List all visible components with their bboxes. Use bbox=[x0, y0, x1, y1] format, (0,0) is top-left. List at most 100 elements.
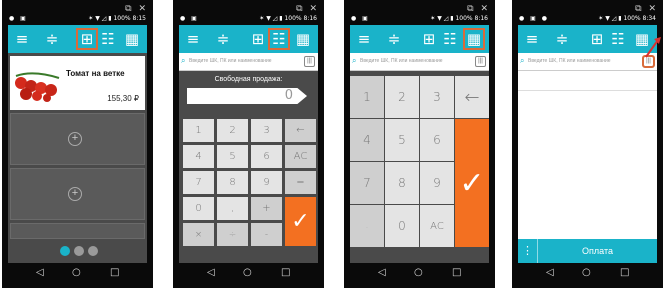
grid-small-icon[interactable]: ⊞ bbox=[419, 29, 439, 49]
key-9[interactable]: 9 bbox=[251, 171, 282, 194]
page-dot[interactable] bbox=[88, 246, 98, 256]
key-1[interactable]: 1 bbox=[350, 76, 384, 118]
list-icon[interactable]: ☷ bbox=[440, 29, 460, 49]
barcode-icon[interactable]: ||| bbox=[475, 56, 486, 67]
grid-big-icon[interactable]: ▦ bbox=[293, 29, 313, 49]
list-icon[interactable]: ☷ bbox=[608, 29, 628, 49]
back-icon[interactable]: ◁ bbox=[207, 267, 215, 278]
pay-button[interactable]: Оплата bbox=[538, 239, 657, 263]
empty-tile[interactable]: + bbox=[10, 168, 145, 220]
search-bar[interactable]: ⌕ Введите ШК, ПК или наименование ||| bbox=[179, 53, 318, 71]
confirm-key[interactable]: ✓ bbox=[455, 119, 489, 247]
key-6[interactable]: 6 bbox=[420, 119, 454, 161]
multiply-key[interactable]: × bbox=[183, 223, 214, 246]
search-placeholder[interactable]: Введите ШК, ПК или наименование bbox=[360, 58, 443, 64]
filter-icon[interactable]: ≑ bbox=[384, 29, 404, 49]
home-icon[interactable]: ○ bbox=[243, 267, 252, 278]
key-1[interactable]: 1 bbox=[183, 119, 214, 142]
key-5[interactable]: 5 bbox=[385, 119, 419, 161]
recent-icon[interactable]: □ bbox=[110, 267, 119, 278]
free-sale-input[interactable]: 0 bbox=[187, 88, 307, 104]
grid-big-icon[interactable]: ▦ bbox=[463, 28, 485, 50]
phone-catalog: ⧉ ✕ ● ▣ ✶ ▼ ◿ ▮ 100% 8:15 ≡ ≑ ⊞ ☷ ▦ Томат… bbox=[2, 0, 153, 288]
search-icon: ⌕ bbox=[520, 56, 525, 65]
toolbar: ≡ ≑ ⊞ ☷ ▦ bbox=[518, 25, 657, 53]
phone-cart: ⧉ ✕ ● ▣ ● ✶ ▼ ◿ ▮ 100% 8:34 ≡ ≑ ⊞ ☷ ▦ ⌕ В… bbox=[512, 0, 663, 288]
menu-icon[interactable]: ≡ bbox=[522, 29, 542, 49]
menu-icon[interactable]: ≡ bbox=[12, 29, 32, 49]
key-6[interactable]: 6 bbox=[251, 145, 282, 168]
grid-small-icon[interactable]: ⊞ bbox=[587, 29, 607, 49]
page-indicator[interactable] bbox=[8, 246, 147, 256]
plus-icon: + bbox=[68, 187, 82, 201]
confirm-key[interactable]: ✓ bbox=[285, 197, 316, 246]
key-8[interactable]: 8 bbox=[217, 171, 248, 194]
key-0[interactable]: 0 bbox=[183, 197, 214, 220]
filter-icon[interactable]: ≑ bbox=[552, 29, 572, 49]
equals-key[interactable]: = bbox=[285, 171, 316, 194]
home-icon[interactable]: ○ bbox=[414, 267, 423, 278]
menu-icon[interactable]: ≡ bbox=[354, 29, 374, 49]
empty-tile[interactable]: + bbox=[10, 113, 145, 165]
key-3[interactable]: 3 bbox=[251, 119, 282, 142]
empty-tile[interactable] bbox=[10, 223, 145, 239]
toolbar: ≡ ≑ ⊞ ☷ ▦ bbox=[179, 25, 318, 53]
toolbar: ≡ ≑ ⊞ ☷ ▦ bbox=[8, 25, 147, 53]
backspace-key[interactable]: ← bbox=[285, 119, 316, 142]
search-icon: ⌕ bbox=[181, 56, 186, 65]
clear-key[interactable]: AC bbox=[285, 145, 316, 168]
catalog-screen: ≡ ≑ ⊞ ☷ ▦ Томат на ветке 155,30 ₽ + + bbox=[8, 25, 147, 263]
divide-key[interactable]: ÷ bbox=[217, 223, 248, 246]
dot-key[interactable]: . bbox=[350, 205, 384, 247]
key-5[interactable]: 5 bbox=[217, 145, 248, 168]
search-placeholder[interactable]: Введите ШК, ПК или наименование bbox=[189, 58, 272, 64]
key-7[interactable]: 7 bbox=[183, 171, 214, 194]
page-dot-active[interactable] bbox=[60, 246, 70, 256]
home-icon[interactable]: ○ bbox=[582, 267, 591, 278]
divider bbox=[518, 90, 657, 91]
key-4[interactable]: 4 bbox=[350, 119, 384, 161]
menu-icon[interactable]: ≡ bbox=[183, 29, 203, 49]
pointer-arrow-icon bbox=[645, 37, 661, 58]
filter-icon[interactable]: ≑ bbox=[42, 29, 62, 49]
filter-icon[interactable]: ≑ bbox=[213, 29, 233, 49]
recent-icon[interactable]: □ bbox=[620, 267, 629, 278]
back-icon[interactable]: ◁ bbox=[36, 267, 44, 278]
key-0[interactable]: 0 bbox=[385, 205, 419, 247]
back-icon[interactable]: ◁ bbox=[378, 267, 386, 278]
key-3[interactable]: 3 bbox=[420, 76, 454, 118]
key-4[interactable]: 4 bbox=[183, 145, 214, 168]
search-bar[interactable]: ⌕ Введите ШК, ПК или наименование ||| bbox=[350, 53, 489, 71]
barcode-icon[interactable]: ||| bbox=[304, 56, 315, 67]
backspace-key[interactable]: ← bbox=[455, 76, 489, 118]
key-2[interactable]: 2 bbox=[217, 119, 248, 142]
key-8[interactable]: 8 bbox=[385, 162, 419, 204]
product-price: 155,30 ₽ bbox=[107, 94, 139, 103]
minus-key[interactable]: - bbox=[251, 223, 282, 246]
plus-key[interactable]: + bbox=[251, 197, 282, 220]
grid-small-icon[interactable]: ⊞ bbox=[248, 29, 268, 49]
page-dot[interactable] bbox=[74, 246, 84, 256]
keypad: 1 2 3 ← 4 5 6 7 8 9. 0 AC ✓ bbox=[350, 72, 489, 263]
keypad-screen: ≡ ≑ ⊞ ☷ ▦ ⌕ Введите ШК, ПК или наименова… bbox=[350, 25, 489, 263]
key-2[interactable]: 2 bbox=[385, 76, 419, 118]
search-placeholder[interactable]: Введите ШК, ПК или наименование bbox=[528, 58, 611, 64]
list-icon[interactable]: ☷ bbox=[98, 29, 118, 49]
list-icon[interactable]: ☷ bbox=[268, 28, 290, 50]
comma-key[interactable]: , bbox=[217, 197, 248, 220]
home-icon[interactable]: ○ bbox=[72, 267, 81, 278]
key-9[interactable]: 9 bbox=[420, 162, 454, 204]
key-7[interactable]: 7 bbox=[350, 162, 384, 204]
search-bar[interactable]: ⌕ Введите ШК, ПК или наименование ||| bbox=[518, 53, 657, 71]
grid-small-icon[interactable]: ⊞ bbox=[76, 28, 98, 50]
recent-icon[interactable]: □ bbox=[452, 267, 461, 278]
clear-key[interactable]: AC bbox=[420, 205, 454, 247]
product-card[interactable]: Томат на ветке 155,30 ₽ bbox=[10, 56, 145, 110]
android-nav: ◁ ○ □ bbox=[518, 263, 657, 285]
grid-big-icon[interactable]: ▦ bbox=[122, 29, 142, 49]
recent-icon[interactable]: □ bbox=[281, 267, 290, 278]
status-bar: ● ▣ ✶ ▼ ◿ ▮ 100% 8:16 bbox=[351, 15, 488, 22]
pay-bar: ⋮ Оплата bbox=[518, 239, 657, 263]
back-icon[interactable]: ◁ bbox=[546, 267, 554, 278]
more-icon[interactable]: ⋮ bbox=[518, 239, 538, 263]
